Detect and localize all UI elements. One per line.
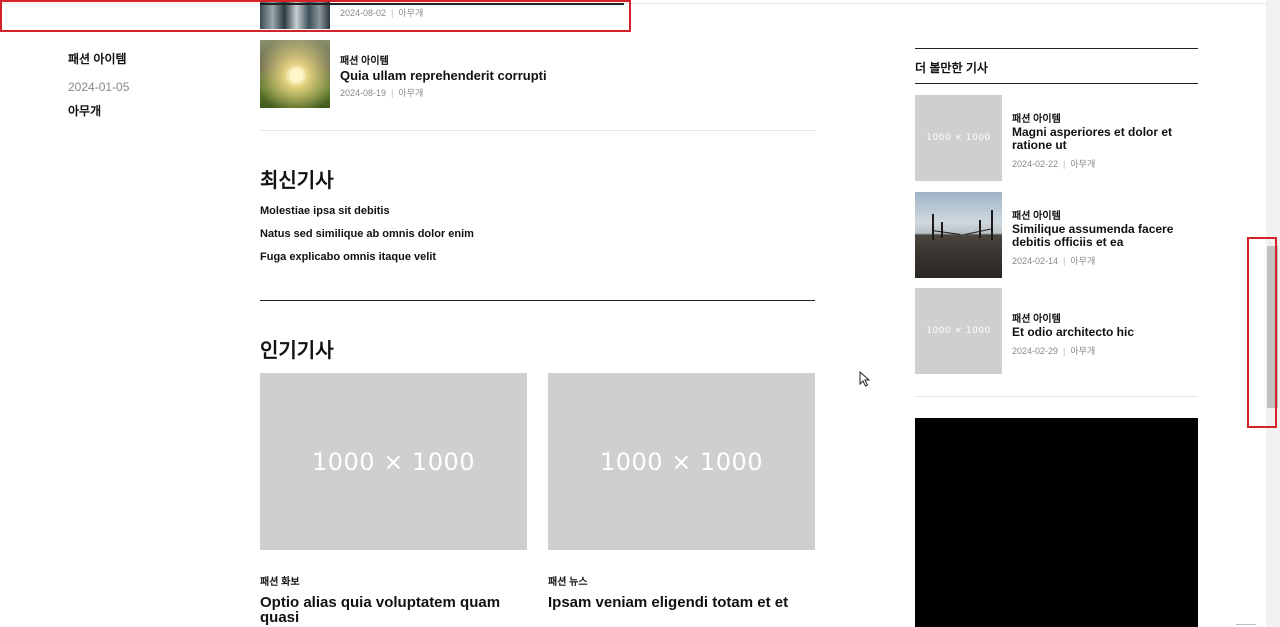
article-date: 2024-01-05	[68, 80, 130, 94]
related-meta: 2024-08-19 | 아무개	[340, 88, 424, 98]
article-category[interactable]: 패션 아이템	[68, 50, 127, 67]
article-author: 아무개	[68, 104, 102, 118]
sidebar-category[interactable]: 패션 아이템	[1012, 110, 1061, 125]
mouse-cursor-icon	[859, 371, 871, 387]
sidebar-meta: 2024-02-22 | 아무개	[1012, 159, 1096, 169]
popular-heading: 인기기사	[260, 340, 334, 362]
popular-title[interactable]: Ipsam veniam eligendi totam et et	[548, 595, 815, 610]
bottom-marker	[1236, 624, 1256, 625]
sidebar-author: 아무개	[1070, 159, 1096, 169]
highlight-box	[0, 0, 631, 32]
sidebar-category[interactable]: 패션 아이템	[1012, 310, 1061, 325]
sidebar-divider	[915, 396, 1198, 397]
sidebar-date: 2024-02-14	[1012, 256, 1059, 266]
sidebar-author: 아무개	[1070, 346, 1096, 356]
popular-thumbnail[interactable]: 1000 × 1000	[260, 373, 527, 550]
section-divider	[260, 130, 815, 131]
sidebar-video[interactable]	[915, 418, 1198, 627]
sidebar-thumbnail[interactable]: 1000 × 1000	[915, 95, 1002, 181]
latest-item[interactable]: Molestiae ipsa sit debitis	[260, 205, 390, 217]
popular-thumbnail[interactable]: 1000 × 1000	[548, 373, 815, 550]
related-category[interactable]: 패션 아이템	[340, 52, 389, 67]
section-divider	[260, 300, 815, 301]
latest-heading: 최신기사	[260, 170, 334, 192]
sidebar-thumbnail[interactable]: 1000 × 1000	[915, 288, 1002, 374]
popular-category[interactable]: 패션 뉴스	[548, 573, 588, 588]
highlight-box	[1247, 237, 1277, 428]
sidebar-author: 아무개	[1070, 256, 1096, 266]
sidebar-heading-border	[915, 83, 1198, 84]
sidebar-date: 2024-02-29	[1012, 346, 1059, 356]
sidebar-top-border	[915, 48, 1198, 49]
latest-item[interactable]: Natus sed similique ab omnis dolor enim	[260, 228, 474, 240]
popular-title[interactable]: Optio alias quia voluptatem quam quasi	[260, 595, 527, 625]
sidebar-thumbnail[interactable]	[915, 192, 1002, 278]
popular-category[interactable]: 패션 화보	[260, 573, 300, 588]
sidebar-heading: 더 볼만한 기사	[915, 61, 988, 75]
related-date: 2024-08-19	[340, 88, 387, 98]
latest-item[interactable]: Fuga explicabo omnis itaque velit	[260, 251, 436, 263]
related-thumbnail[interactable]	[260, 40, 330, 108]
sidebar-title[interactable]: Magni asperiores et dolor et ratione ut	[1012, 126, 1192, 152]
sidebar-date: 2024-02-22	[1012, 159, 1059, 169]
sidebar-title[interactable]: Et odio architecto hic	[1012, 326, 1192, 339]
sidebar-title[interactable]: Similique assumenda facere debitis offic…	[1012, 223, 1192, 249]
related-title[interactable]: Quia ullam reprehenderit corrupti	[340, 68, 547, 83]
related-author: 아무개	[398, 88, 424, 98]
sidebar-meta: 2024-02-29 | 아무개	[1012, 346, 1096, 356]
sidebar-meta: 2024-02-14 | 아무개	[1012, 256, 1096, 266]
sidebar-category[interactable]: 패션 아이템	[1012, 207, 1061, 222]
